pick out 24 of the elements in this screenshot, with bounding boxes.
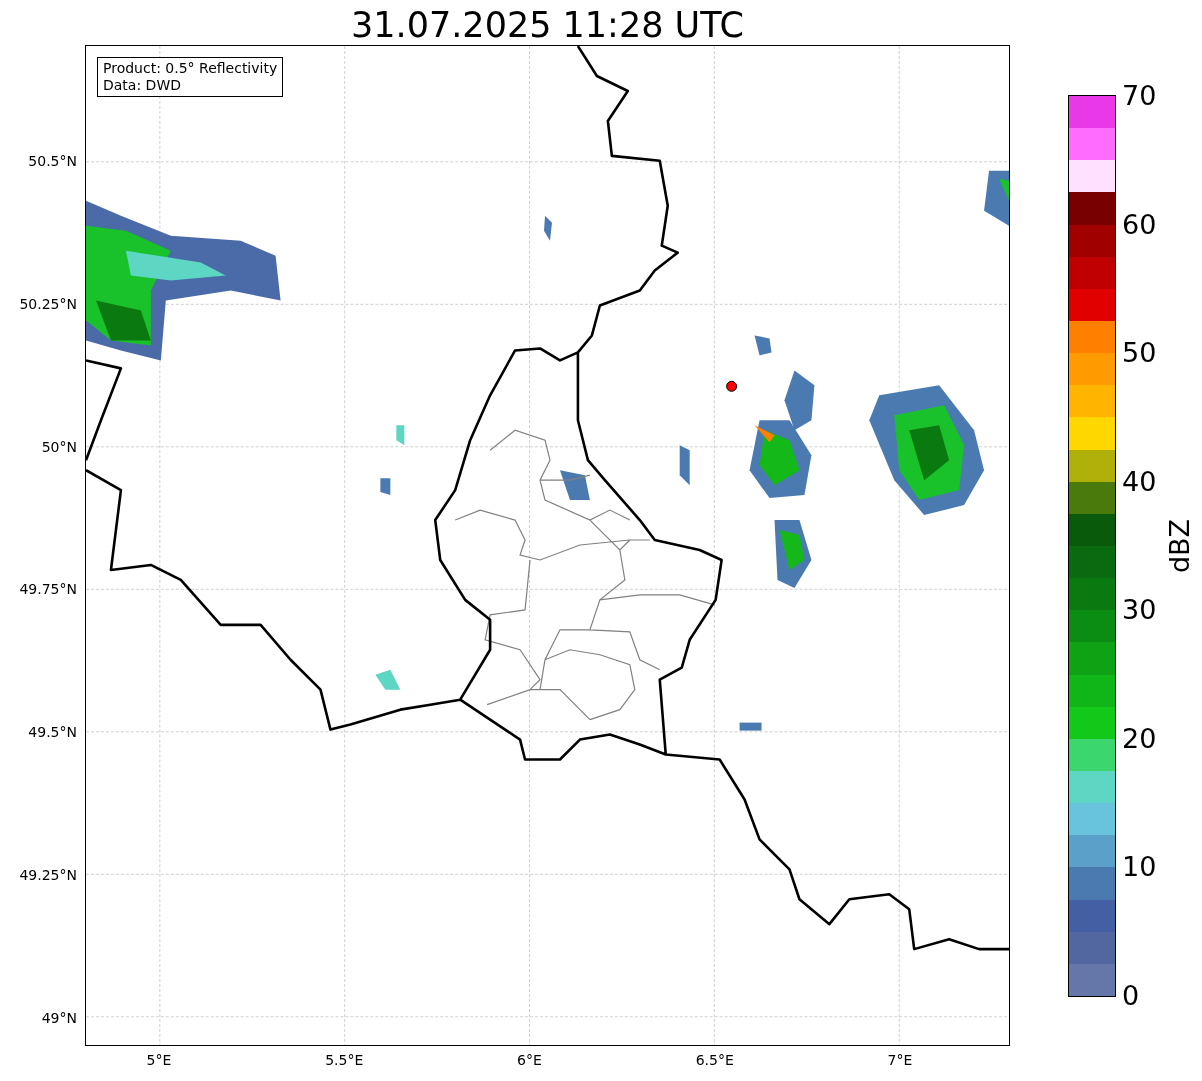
- info-text: Product: 0.5° Reflectivity: [103, 60, 278, 77]
- longitude-label: 7°E: [886, 1051, 914, 1069]
- colorbar-tick-label: 30: [1122, 594, 1157, 627]
- colorbar-tick-label: 50: [1122, 337, 1157, 370]
- colorbar-tick-label: 20: [1122, 722, 1157, 755]
- latitude-label: 50.25°N: [18, 294, 77, 313]
- info-text: Data: DWD: [103, 77, 182, 94]
- latitude-label: 49.25°N: [18, 866, 77, 884]
- chart-title: 31.07.2025 11:28 UTC: [350, 4, 745, 46]
- colorbar-tick-label: 60: [1122, 208, 1157, 241]
- colorbar-tick-label: 0: [1122, 980, 1140, 1012]
- latitude-label: 49°N: [40, 1008, 77, 1027]
- colorbar-label: dBZ: [1164, 517, 1196, 576]
- latitude-label: 50.5°N: [27, 152, 77, 170]
- colorbar-tick-label: 10: [1122, 851, 1157, 884]
- latitude-label: 49.75°N: [18, 580, 77, 599]
- colorbar-tick-label: 40: [1122, 465, 1157, 498]
- latitude-label: 50°N: [40, 437, 77, 456]
- colorbar-tick-label: 70: [1122, 80, 1157, 112]
- longitude-label: 5°E: [145, 1051, 173, 1069]
- longitude-label: 6°E: [516, 1051, 543, 1069]
- longitude-label: 6.5°E: [694, 1051, 735, 1069]
- latitude-label: 49.5°N: [27, 723, 77, 742]
- longitude-label: 5.5°E: [324, 1051, 365, 1069]
